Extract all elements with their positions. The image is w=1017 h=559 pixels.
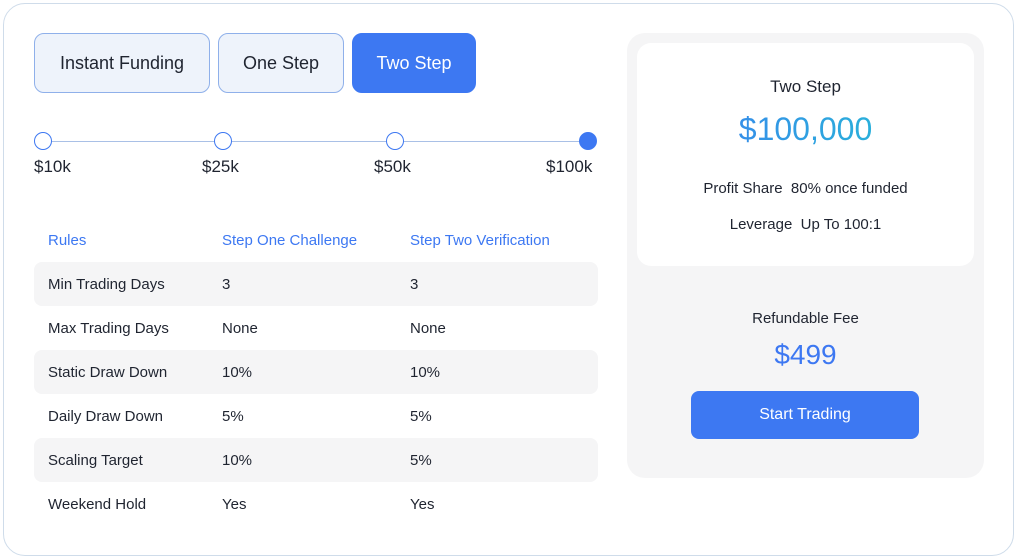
profit-share-label: Profit Share	[703, 180, 783, 197]
rule-name: Scaling Target	[48, 451, 143, 469]
table-row: Static Draw Down 10% 10%	[34, 350, 598, 394]
plan-summary-card: Two Step $100,000 Profit Share 80% once …	[637, 43, 974, 266]
header-step-two: Step Two Verification	[410, 231, 550, 249]
tab-one-step[interactable]: One Step	[218, 33, 344, 93]
leverage-line: Leverage Up To 100:1	[637, 216, 974, 233]
slider-stop-100k[interactable]	[579, 132, 597, 150]
summary-panel: Two Step $100,000 Profit Share 80% once …	[627, 33, 984, 478]
step-one-value: 10%	[222, 451, 253, 469]
fee-label: Refundable Fee	[752, 310, 859, 327]
slider-stop-10k[interactable]	[34, 132, 52, 150]
table-row: Min Trading Days 3 3	[34, 262, 598, 306]
step-two-value: None	[410, 319, 446, 337]
table-row: Max Trading Days None None	[34, 306, 598, 350]
slider-stop-25k[interactable]	[214, 132, 232, 150]
step-one-value: 10%	[222, 363, 253, 381]
step-two-value: 5%	[410, 451, 432, 469]
slider-label-50k: $50k	[374, 157, 411, 176]
tab-two-step[interactable]: Two Step	[352, 33, 476, 93]
plan-name: Two Step	[770, 77, 841, 96]
slider-label-100k: $100k	[546, 157, 593, 176]
step-two-value: 10%	[410, 363, 441, 381]
header-step-one: Step One Challenge	[222, 231, 358, 249]
rules-table: Rules Step One Challenge Step Two Verifi…	[34, 218, 598, 526]
step-one-value: Yes	[222, 495, 247, 513]
profit-share-line: Profit Share 80% once funded	[637, 180, 974, 197]
profit-share-value: 80% once funded	[790, 180, 908, 197]
step-one-value: 5%	[222, 407, 244, 425]
slider-label-25k: $25k	[202, 157, 239, 176]
step-one-value: 3	[222, 275, 231, 293]
table-row: Weekend Hold Yes Yes	[34, 482, 598, 526]
leverage-value: Up To 100:1	[800, 216, 882, 233]
slider-track[interactable]	[43, 141, 589, 142]
step-two-value: 3	[410, 275, 419, 293]
rule-name: Max Trading Days	[48, 319, 169, 337]
start-trading-button[interactable]: Start Trading	[691, 391, 919, 439]
plan-price: $100,000	[637, 111, 974, 148]
step-one-value: None	[222, 319, 258, 337]
step-two-value: Yes	[410, 495, 435, 513]
table-row: Daily Draw Down 5% 5%	[34, 394, 598, 438]
rule-name: Weekend Hold	[48, 495, 147, 513]
rule-name: Min Trading Days	[48, 275, 165, 293]
fee-price: $499	[774, 339, 837, 370]
rules-table-header: Rules Step One Challenge Step Two Verifi…	[34, 218, 598, 262]
header-rules: Rules	[48, 231, 87, 249]
step-two-value: 5%	[410, 407, 432, 425]
slider-label-10k: $10k	[34, 157, 71, 176]
rule-name: Daily Draw Down	[48, 407, 164, 425]
plan-tabs: Instant Funding One Step Two Step	[34, 33, 476, 93]
leverage-label: Leverage	[729, 216, 793, 233]
slider-stop-50k[interactable]	[386, 132, 404, 150]
account-size-slider[interactable]: $10k $25k $50k $100k	[34, 130, 598, 180]
table-row: Scaling Target 10% 5%	[34, 438, 598, 482]
rule-name: Static Draw Down	[48, 363, 168, 381]
tab-instant-funding[interactable]: Instant Funding	[34, 33, 210, 93]
